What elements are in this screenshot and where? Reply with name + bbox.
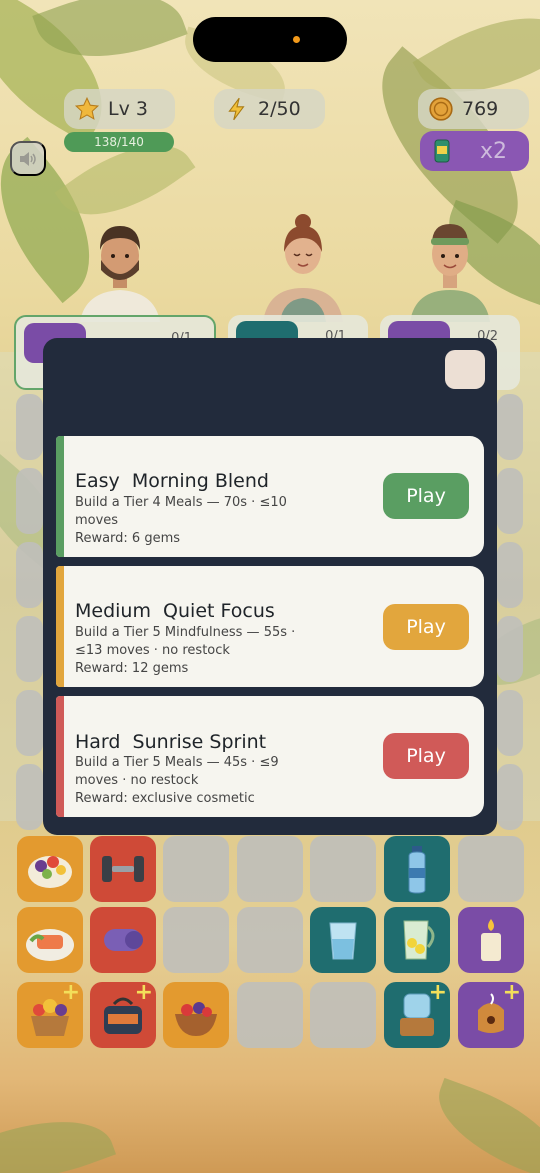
board-cell[interactable] xyxy=(384,907,450,973)
board-cell[interactable] xyxy=(497,394,523,460)
play-button[interactable]: Play xyxy=(383,473,469,519)
board-cell[interactable] xyxy=(16,468,43,534)
xp-progress-bar: 138/140 xyxy=(64,132,174,152)
boost-multiplier: x2 xyxy=(479,138,507,164)
play-button[interactable]: Play xyxy=(383,604,469,650)
challenge-title: Medium Quiet Focus xyxy=(75,600,275,622)
board-cell[interactable] xyxy=(497,616,523,682)
yoga-mat-icon xyxy=(104,929,143,951)
board-cell[interactable] xyxy=(17,907,83,973)
level-pill[interactable]: Lv 3 xyxy=(64,89,175,129)
lemon-pitcher-icon xyxy=(403,920,435,960)
board-cell[interactable]: + xyxy=(17,980,83,1048)
board-cell[interactable] xyxy=(458,907,524,973)
challenge-reward: Reward: exclusive cosmetic xyxy=(75,791,255,806)
board-cell[interactable] xyxy=(497,690,523,756)
challenge-reward: Reward: 6 gems xyxy=(75,531,181,546)
board-cell[interactable]: + xyxy=(458,980,524,1048)
level-label: Lv 3 xyxy=(108,98,148,120)
board-cell[interactable] xyxy=(16,616,43,682)
energy-count: 2/50 xyxy=(258,98,301,120)
energy-drink-icon xyxy=(434,139,450,163)
board-cell[interactable] xyxy=(384,836,450,902)
challenge-title: Hard Sunrise Sprint xyxy=(75,731,267,753)
board-cell[interactable] xyxy=(163,907,229,973)
challenge-reward: Reward: 12 gems xyxy=(75,661,189,676)
dumbbell-icon xyxy=(102,856,144,882)
board-cell[interactable] xyxy=(497,542,523,608)
difficulty-stripe xyxy=(56,696,64,817)
board-cell[interactable] xyxy=(16,690,43,756)
speaker-icon xyxy=(20,151,36,166)
lightning-icon xyxy=(228,97,245,121)
boost-badge[interactable]: x2 xyxy=(420,131,529,171)
board-cell[interactable]: + xyxy=(90,980,156,1048)
board-cell[interactable] xyxy=(16,764,43,830)
coin-icon xyxy=(429,97,453,121)
upgrade-plus-icon: + xyxy=(502,980,521,1005)
board-cell[interactable] xyxy=(497,468,523,534)
energy-pill[interactable]: 2/50 xyxy=(214,89,325,129)
board-cell[interactable] xyxy=(237,982,303,1048)
upgrade-plus-icon: + xyxy=(428,980,447,1005)
board-cell[interactable] xyxy=(90,907,156,973)
board-cell[interactable] xyxy=(310,836,376,902)
challenge-goal: Build a Tier 5 Meals — 45s · ≤9 moves · … xyxy=(75,755,279,788)
board-cell[interactable] xyxy=(237,907,303,973)
camera-indicator xyxy=(293,36,300,43)
board-cell[interactable] xyxy=(17,836,83,902)
board-cell[interactable]: + xyxy=(384,980,450,1048)
customer-woman-bun[interactable] xyxy=(258,212,348,322)
challenge-goal: Build a Tier 5 Mindfulness — 55s · ≤13 m… xyxy=(75,625,296,658)
upgrade-plus-icon: + xyxy=(134,980,153,1005)
coins-pill[interactable]: 769 xyxy=(418,89,529,129)
board-cell[interactable] xyxy=(237,836,303,902)
sound-toggle-button[interactable] xyxy=(10,141,46,176)
challenge-title: Easy Morning Blend xyxy=(75,470,269,492)
salmon-plate-icon xyxy=(26,929,74,961)
challenge-description: Build a Tier 4 Meals — 70s · ≤10 moves R… xyxy=(75,494,323,548)
fruit-bowl-icon xyxy=(28,856,72,888)
water-bottle-icon xyxy=(408,846,426,894)
camera-notch xyxy=(193,17,347,62)
difficulty-stripe xyxy=(56,566,64,687)
board-cell[interactable] xyxy=(310,907,376,973)
upgrade-plus-icon: + xyxy=(61,980,80,1005)
challenge-description: Build a Tier 5 Mindfulness — 55s · ≤13 m… xyxy=(75,624,323,678)
water-glass-icon xyxy=(329,922,357,960)
customer-man-beard[interactable] xyxy=(75,212,165,322)
board-cell[interactable] xyxy=(497,764,523,830)
challenge-goal: Build a Tier 4 Meals — 70s · ≤10 moves xyxy=(75,495,287,528)
board-cell[interactable] xyxy=(458,836,524,902)
close-button[interactable] xyxy=(445,350,485,389)
board-cell[interactable] xyxy=(163,836,229,902)
board-cell[interactable] xyxy=(90,836,156,902)
challenge-card-easy[interactable]: Easy Morning Blend Build a Tier 4 Meals … xyxy=(56,436,484,557)
board-cell[interactable] xyxy=(163,982,229,1048)
customer-man-headband[interactable] xyxy=(405,212,495,322)
board-cell[interactable] xyxy=(16,542,43,608)
star-icon xyxy=(74,96,100,120)
board-cell[interactable] xyxy=(16,394,43,460)
play-button[interactable]: Play xyxy=(383,733,469,779)
berry-bowl-icon xyxy=(175,1002,217,1036)
candle-icon xyxy=(481,919,501,961)
challenge-description: Build a Tier 5 Meals — 45s · ≤9 moves · … xyxy=(75,754,323,808)
challenge-card-medium[interactable]: Medium Quiet Focus Build a Tier 5 Mindfu… xyxy=(56,566,484,687)
coins-count: 769 xyxy=(462,98,499,120)
challenge-card-hard[interactable]: Hard Sunrise Sprint Build a Tier 5 Meals… xyxy=(56,696,484,817)
difficulty-stripe xyxy=(56,436,64,557)
board-cell[interactable] xyxy=(310,982,376,1048)
